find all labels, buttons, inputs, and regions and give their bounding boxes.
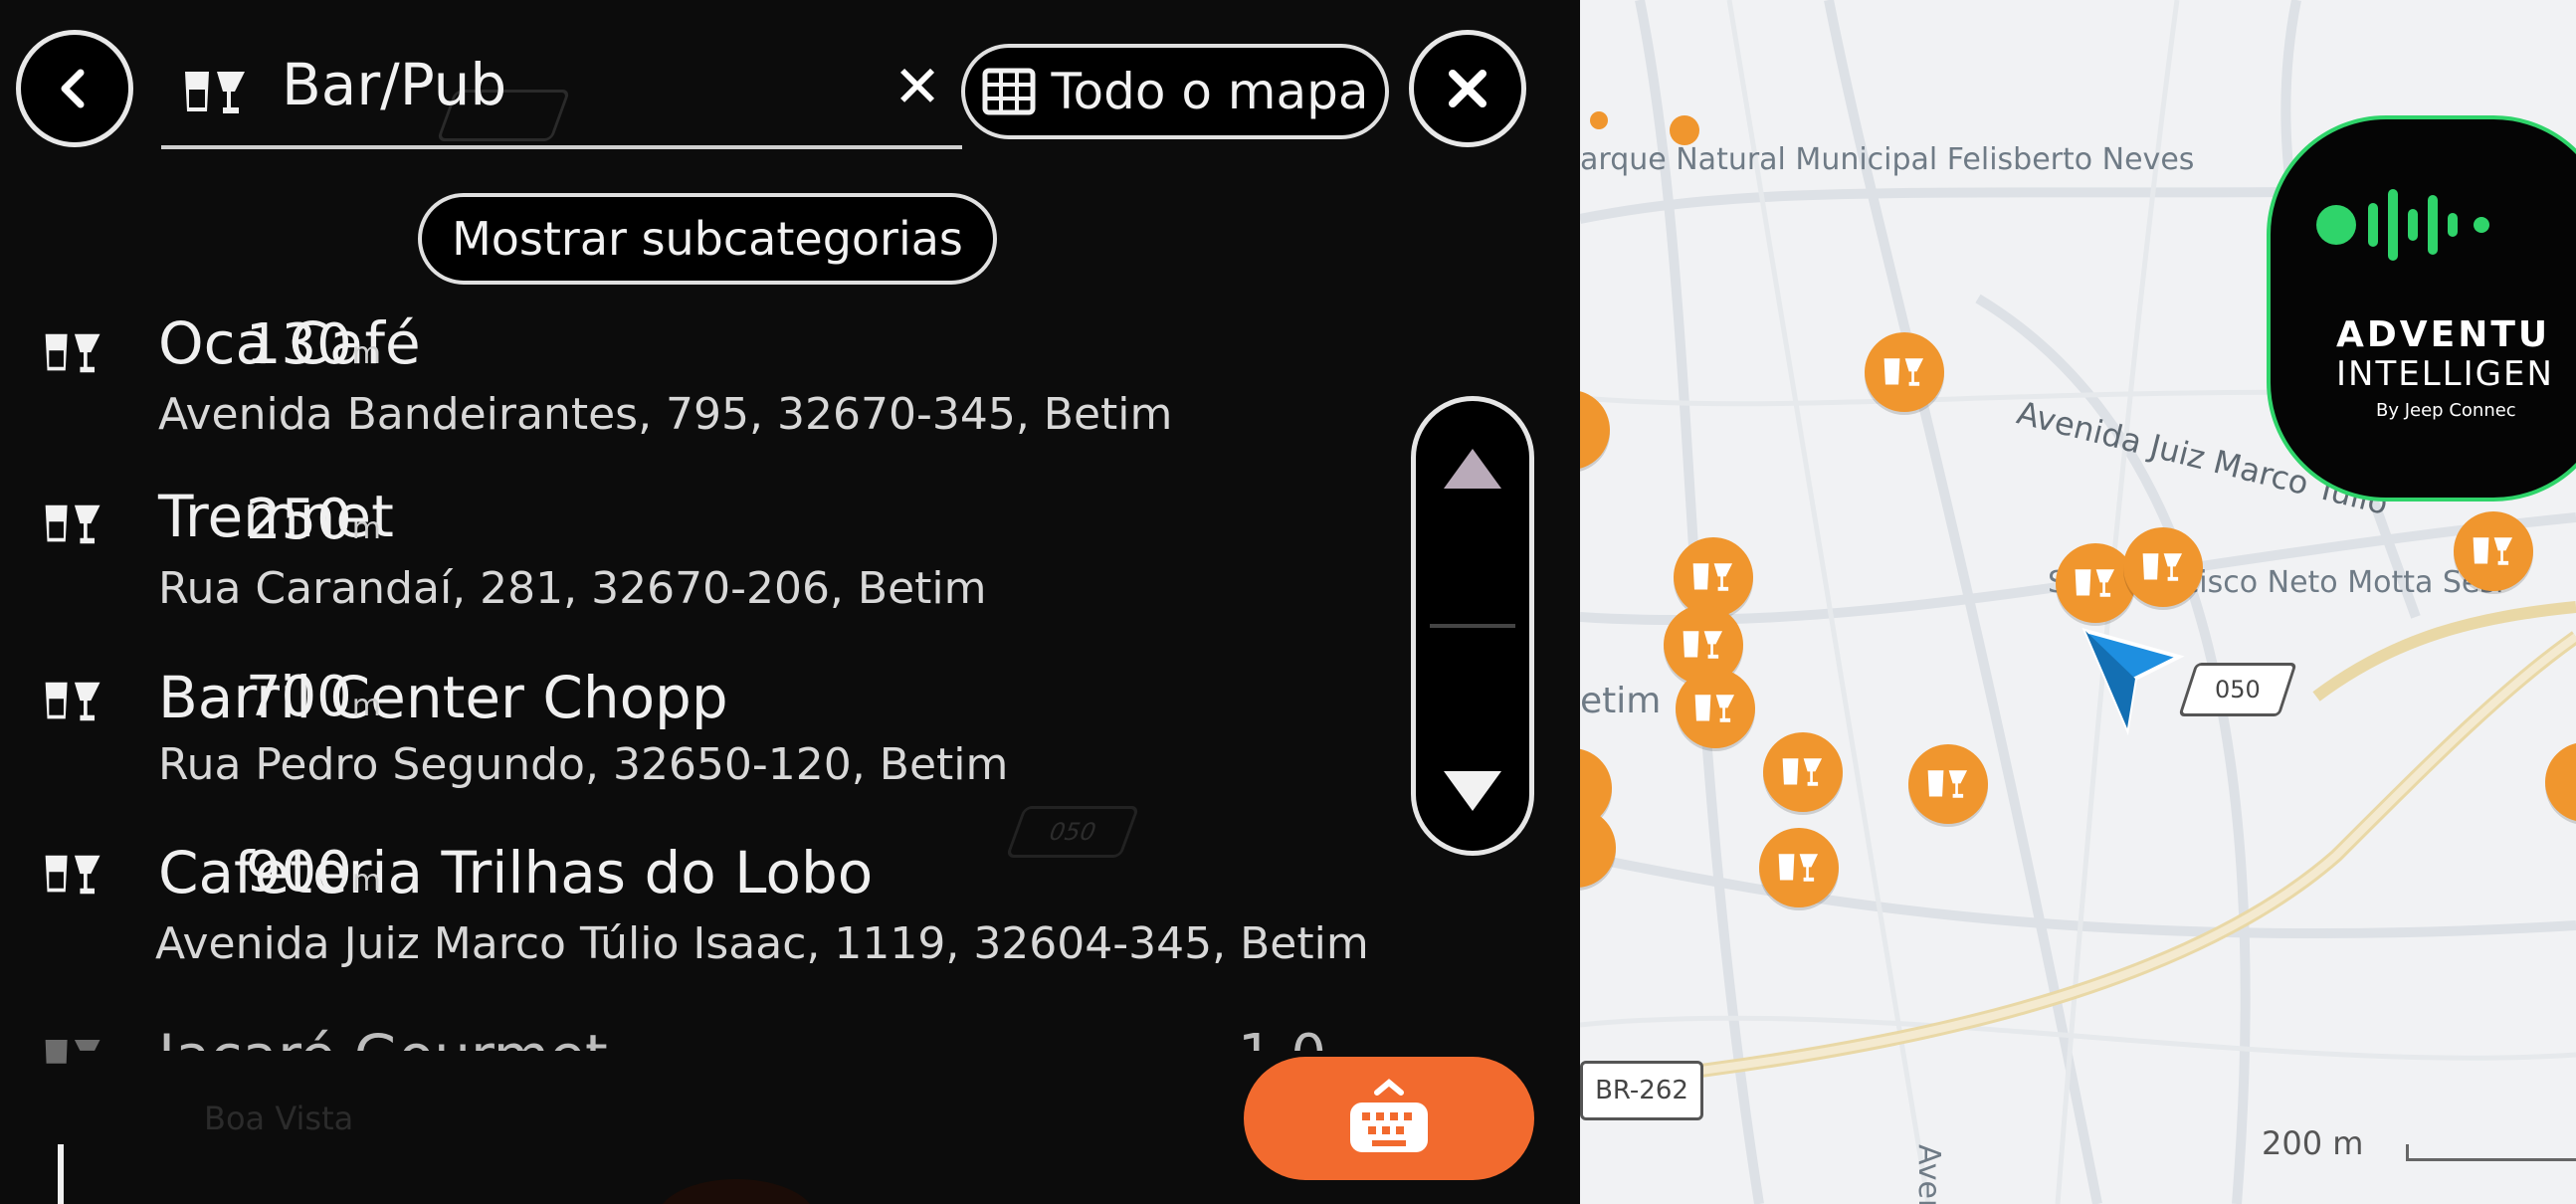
drinks-icon — [45, 504, 100, 544]
subcategories-label: Mostrar subcategorias — [452, 212, 963, 266]
drinks-icon — [185, 72, 245, 113]
drinks-icon — [2473, 537, 2513, 565]
panel-bg-blob — [657, 1179, 816, 1204]
result-distance-unit: m — [351, 689, 381, 723]
result-name: Jacaré Gourmet — [158, 1023, 608, 1051]
poi-bar-marker[interactable] — [1674, 537, 1753, 617]
result-distance-value: 700 — [245, 665, 352, 729]
result-address: Rua Carandaí, 281, 32670-206, Betim — [158, 563, 987, 614]
panel-bg-place-label: Boa Vista — [204, 1100, 354, 1137]
scope-whole-map-button[interactable]: Todo o mapa — [961, 44, 1389, 139]
poi-bar-marker[interactable] — [1908, 744, 1988, 824]
result-name: Barril Center Chopp — [158, 664, 728, 731]
search-field[interactable] — [159, 30, 965, 151]
keyboard-icon — [1350, 1079, 1428, 1152]
poi-bar-marker[interactable] — [1759, 828, 1839, 907]
map-label-betim: etim — [1580, 681, 1662, 721]
result-distance: 700m — [246, 665, 381, 739]
close-icon: ✕ — [892, 53, 942, 120]
drinks-icon — [1778, 854, 1819, 882]
triangle-down-icon[interactable] — [1442, 769, 1503, 813]
result-address: Avenida Juiz Marco Túlio Isaac, 1119, 32… — [155, 918, 1369, 969]
close-panel-button[interactable] — [1409, 30, 1526, 147]
result-distance: 250m — [246, 488, 381, 562]
navigation-arrow-icon — [2081, 627, 2185, 736]
search-underline — [161, 145, 962, 149]
poi-bar-marker[interactable] — [2123, 527, 2203, 607]
badge-line2: INTELLIGEN — [2336, 354, 2554, 394]
road-shield-label: 050 — [2215, 676, 2261, 703]
badge-line1: ADVENTU — [2336, 314, 2551, 355]
back-button[interactable] — [16, 30, 133, 147]
map-scale-label: 200 m — [2262, 1124, 2364, 1162]
scope-label: Todo o mapa — [1051, 63, 1369, 120]
result-distance-value: 900 — [245, 840, 352, 904]
road-shield-050: 050 — [2178, 663, 2297, 716]
sound-wave-logo — [2316, 189, 2489, 261]
triangle-up-icon[interactable] — [1442, 447, 1503, 491]
chevron-left-icon — [61, 69, 85, 108]
poi-bar-marker[interactable] — [1763, 732, 1843, 812]
search-query-text: Bar/Pub — [282, 51, 507, 118]
scroll-divider — [1430, 624, 1515, 628]
list-item-partial[interactable]: Jacaré Gourmet 1,0 — [0, 1023, 1403, 1051]
drinks-icon — [1692, 563, 1733, 591]
text-caret — [58, 1144, 64, 1204]
result-distance-unit: m — [351, 511, 381, 546]
poi-small-dot — [1670, 115, 1699, 145]
map-label-aven: Aven — [1911, 1144, 1946, 1204]
result-distance-unit: m — [351, 864, 381, 899]
show-subcategories-button[interactable]: Mostrar subcategorias — [418, 193, 997, 285]
result-address: Rua Pedro Segundo, 32650-120, Betim — [158, 739, 1009, 790]
drinks-icon — [45, 855, 100, 895]
close-icon — [1449, 70, 1486, 107]
drinks-icon — [1782, 758, 1823, 786]
road-shield-label: BR-262 — [1595, 1076, 1688, 1105]
poi-bar-marker[interactable] — [2454, 511, 2533, 591]
badge-line3: By Jeep Connec — [2376, 400, 2516, 421]
keyboard-button[interactable] — [1244, 1057, 1534, 1180]
drinks-icon — [1694, 695, 1735, 722]
map-icon — [982, 68, 1036, 115]
poi-bar-marker[interactable] — [2056, 543, 2135, 623]
map-label-park: arque Natural Municipal Felisberto Neves — [1580, 142, 2195, 177]
list-scrollbar[interactable] — [1411, 396, 1534, 856]
search-results-panel: 050 Boa Vista Bar/Pub ✕ Todo o mapa Most… — [0, 0, 1580, 1204]
result-distance-value: 1,0 — [1238, 1023, 1326, 1051]
adventure-intelligence-badge: ADVENTU INTELLIGEN By Jeep Connec — [2267, 115, 2576, 502]
drinks-icon — [1883, 358, 1924, 386]
result-distance-value: 250 — [245, 488, 352, 552]
poi-small-dot — [1590, 111, 1608, 129]
poi-bar-marker[interactable] — [1865, 332, 1944, 412]
result-distance-unit: m — [351, 336, 381, 371]
result-distance: 130m — [246, 312, 381, 387]
map-scale-bar — [2406, 1144, 2576, 1161]
drinks-icon — [2142, 553, 2183, 581]
drinks-icon — [2075, 569, 2115, 597]
drinks-icon — [45, 333, 100, 373]
result-distance: 900m — [246, 840, 381, 914]
drinks-icon — [1683, 631, 1723, 659]
result-address: Avenida Bandeirantes, 795, 32670-345, Be… — [158, 389, 1173, 440]
result-distance-value: 130 — [245, 312, 352, 377]
clear-search-button[interactable]: ✕ — [888, 52, 947, 121]
road-shield-br262: BR-262 — [1580, 1061, 1703, 1120]
poi-bar-marker[interactable] — [1676, 669, 1755, 748]
drinks-icon — [45, 682, 100, 721]
drinks-icon — [1927, 770, 1968, 798]
